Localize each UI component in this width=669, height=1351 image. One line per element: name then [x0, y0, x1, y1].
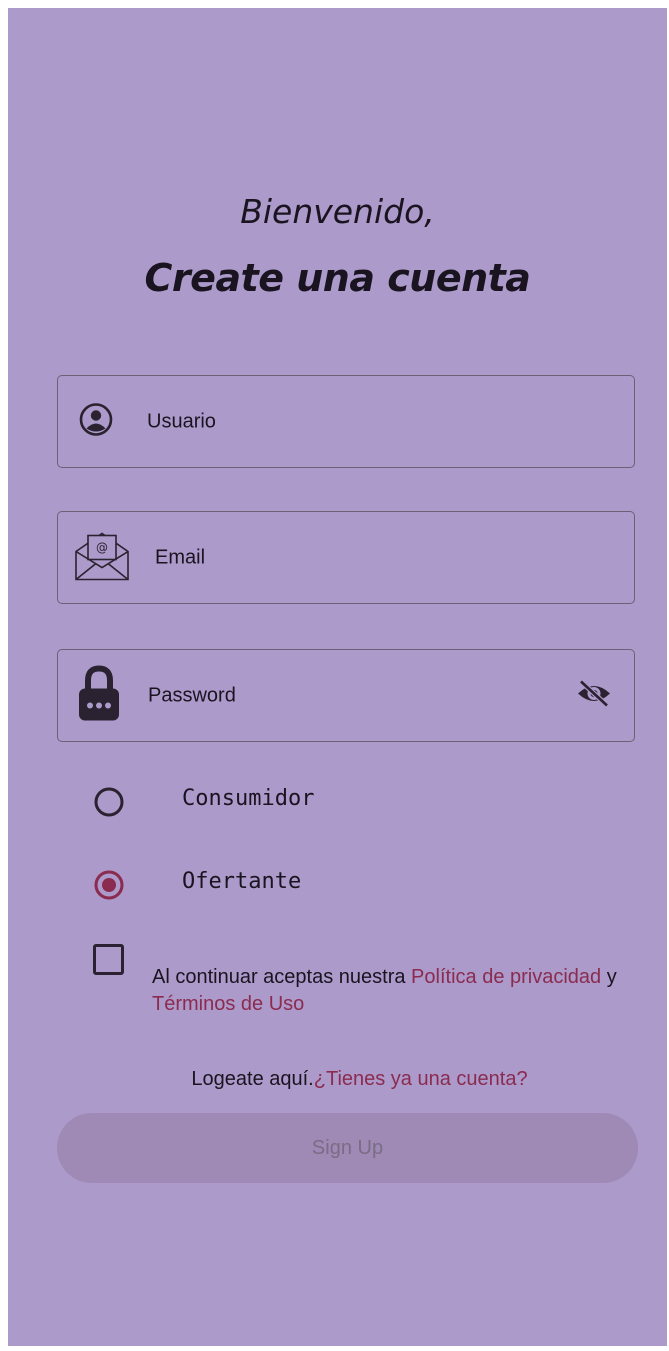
svg-text:@: @	[96, 540, 108, 554]
radio-checked-icon	[94, 870, 124, 900]
signup-screen: Bienvenido, Create una cuenta Usuario @ …	[8, 8, 667, 1346]
terms-prefix: Al continuar aceptas nuestra	[152, 966, 412, 988]
radio-label-ofertante[interactable]: Ofertante	[182, 869, 301, 894]
radio-ofertante[interactable]	[92, 868, 126, 902]
terms-of-use-link[interactable]: Términos de Uso	[152, 993, 304, 1015]
eye-off-icon[interactable]	[576, 678, 612, 713]
lock-icon	[77, 664, 121, 727]
password-placeholder: Password	[148, 684, 236, 706]
user-circle-icon	[79, 402, 113, 441]
login-prompt: Logeate aquí.¿Tienes ya una cuenta?	[8, 1068, 667, 1091]
login-link[interactable]: ¿Tienes ya una cuenta?	[314, 1068, 528, 1090]
privacy-policy-link[interactable]: Política de privacidad	[411, 966, 601, 988]
radio-consumidor[interactable]	[92, 785, 126, 819]
email-placeholder: Email	[155, 546, 206, 568]
page-title: Create una cuenta	[144, 256, 531, 300]
login-prefix: Logeate aquí.	[191, 1068, 314, 1090]
envelope-icon: @	[74, 529, 130, 586]
signup-button[interactable]: Sign Up	[57, 1113, 638, 1183]
username-field[interactable]: Usuario	[57, 375, 635, 468]
terms-conjunction: y	[601, 966, 617, 988]
username-placeholder: Usuario	[147, 410, 216, 432]
greeting-text: Bienvenido,	[240, 192, 435, 231]
terms-checkbox[interactable]	[93, 944, 124, 975]
radio-label-consumidor[interactable]: Consumidor	[182, 786, 314, 811]
password-field[interactable]: Password	[57, 649, 635, 742]
radio-unchecked-icon	[94, 787, 124, 817]
email-field[interactable]: @ Email	[57, 511, 635, 604]
terms-text: Al continuar aceptas nuestra Política de…	[152, 964, 632, 1018]
